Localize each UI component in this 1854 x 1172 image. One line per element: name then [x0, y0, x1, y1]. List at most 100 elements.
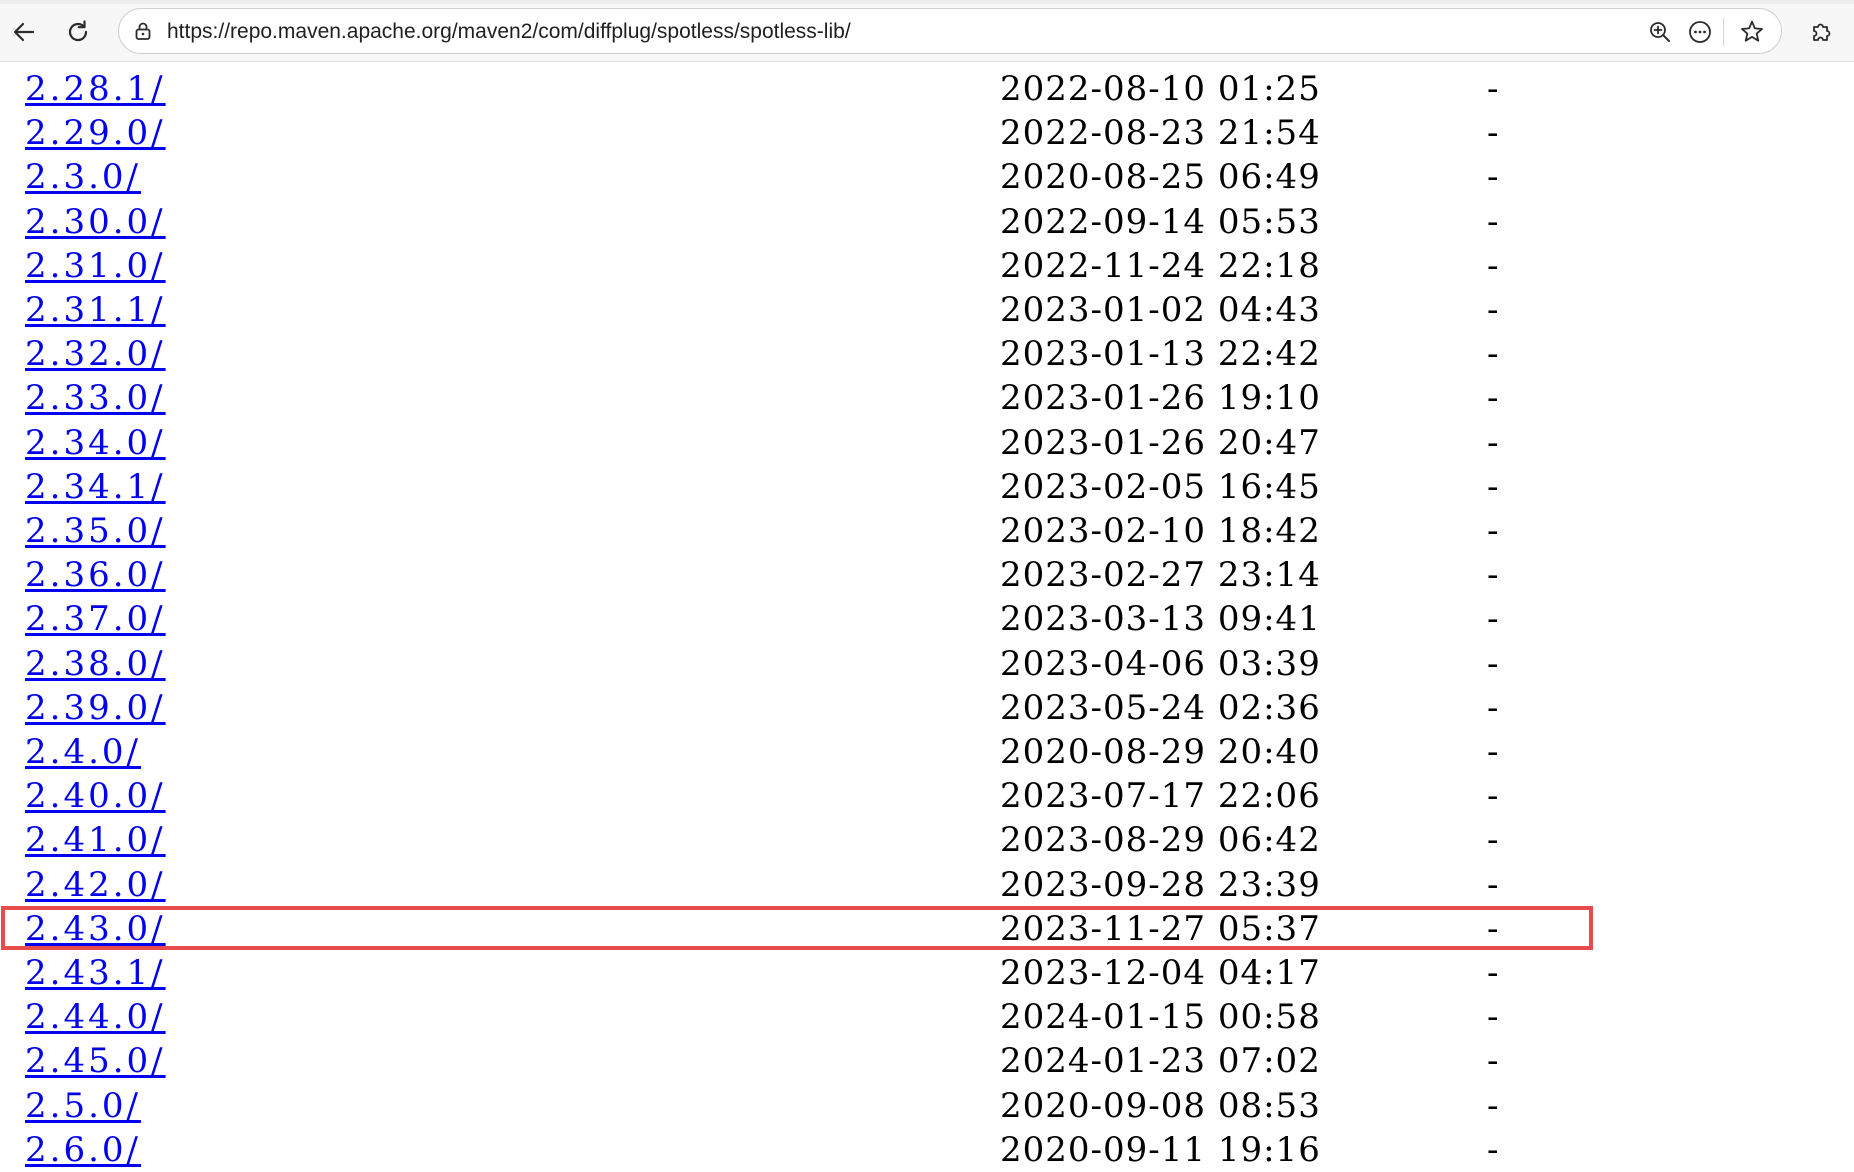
listing-row: 2.39.0/2023-05-24 02:36 -	[0, 686, 1854, 730]
modified-date: 2023-05-24 02:36	[1000, 687, 1321, 728]
directory-link[interactable]: 2.43.0/	[25, 907, 166, 951]
url-text[interactable]: https://repo.maven.apache.org/maven2/com…	[167, 20, 851, 44]
file-size: -	[1487, 908, 1499, 949]
directory-listing: 2.28.1/2022-08-10 01:25-2.29.0/2022-08-2…	[0, 62, 1854, 1172]
listing-row: 2.4.0/2020-08-29 20:40 -	[0, 730, 1854, 774]
file-size: -	[1487, 555, 1499, 596]
modified-date: 2023-04-06 03:39	[1000, 643, 1321, 684]
file-size: -	[1487, 69, 1499, 109]
directory-link[interactable]: 2.30.0/	[25, 200, 166, 244]
modified-date: 2023-08-29 06:42	[1000, 820, 1321, 861]
listing-row: 2.41.0/2023-08-29 06:42 -	[0, 818, 1854, 862]
directory-link[interactable]: 2.35.0/	[25, 509, 166, 553]
directory-link[interactable]: 2.37.0/	[25, 597, 166, 641]
file-size: -	[1487, 732, 1499, 772]
directory-link[interactable]: 2.44.0/	[25, 995, 166, 1039]
directory-link[interactable]: 2.34.0/	[25, 421, 166, 465]
directory-link[interactable]: 2.33.0/	[25, 376, 166, 420]
reload-icon	[65, 19, 91, 45]
more-options-icon[interactable]	[1685, 17, 1715, 47]
file-size: -	[1487, 466, 1499, 507]
address-bar-divider	[1723, 18, 1724, 46]
modified-date: 2020-08-25 06:49	[1000, 157, 1321, 198]
directory-link[interactable]: 2.45.0/	[25, 1039, 166, 1083]
file-size: -	[1487, 334, 1499, 375]
directory-link[interactable]: 2.36.0/	[25, 553, 166, 597]
modified-date: 2023-01-02 04:43	[1000, 290, 1321, 330]
browser-toolbar: https://repo.maven.apache.org/maven2/com…	[0, 0, 1854, 62]
modified-date: 2023-01-13 22:42	[1000, 334, 1321, 375]
modified-date: 2022-11-24 22:18	[1000, 245, 1321, 286]
listing-row: 2.6.0/2020-09-11 19:16 -	[0, 1128, 1854, 1172]
modified-date: 2020-08-29 20:40	[1000, 732, 1321, 772]
directory-link[interactable]: 2.43.1/	[25, 951, 166, 995]
listing-row: 2.43.1/2023-12-04 04:17 -	[0, 951, 1854, 995]
listing-row: 2.28.1/2022-08-10 01:25 -	[0, 67, 1854, 111]
file-size: -	[1487, 776, 1499, 817]
directory-link[interactable]: 2.42.0/	[25, 863, 166, 907]
listing-row: 2.34.0/2023-01-26 20:47 -	[0, 421, 1854, 465]
directory-link[interactable]: 2.38.0/	[25, 642, 166, 686]
listing-row: 2.43.0/2023-11-27 05:37 -	[0, 907, 1854, 951]
address-bar[interactable]: https://repo.maven.apache.org/maven2/com…	[118, 8, 1782, 54]
modified-date: 2024-01-15 00:58	[1000, 997, 1321, 1038]
directory-link[interactable]: 2.41.0/	[25, 818, 166, 862]
directory-link[interactable]: 2.5.0/	[25, 1084, 141, 1128]
listing-row: 2.31.1/2023-01-02 04:43 -	[0, 288, 1854, 332]
tab-strip-edge	[0, 0, 1854, 4]
directory-link[interactable]: 2.3.0/	[25, 155, 141, 199]
file-size: -	[1487, 599, 1499, 640]
modified-date: 2023-02-10 18:42	[1000, 511, 1321, 551]
directory-link[interactable]: 2.31.0/	[25, 244, 166, 288]
file-size: -	[1487, 643, 1499, 684]
directory-link[interactable]: 2.32.0/	[25, 332, 166, 376]
modified-date: 2023-09-28 23:39	[1000, 864, 1321, 905]
file-size: -	[1487, 511, 1499, 551]
directory-link[interactable]: 2.4.0/	[25, 730, 141, 774]
back-arrow-icon	[11, 19, 37, 45]
file-size: -	[1487, 113, 1499, 154]
listing-row: 2.30.0/2022-09-14 05:53 -	[0, 200, 1854, 244]
directory-link[interactable]: 2.6.0/	[25, 1128, 141, 1172]
file-size: -	[1487, 245, 1499, 286]
modified-date: 2024-01-23 07:02	[1000, 1041, 1321, 1082]
modified-date: 2023-12-04 04:17	[1000, 953, 1321, 993]
listing-row: 2.3.0/2020-08-25 06:49 -	[0, 155, 1854, 199]
modified-date: 2023-03-13 09:41	[1000, 599, 1321, 640]
directory-link[interactable]: 2.28.1/	[25, 67, 166, 111]
modified-date: 2023-07-17 22:06	[1000, 776, 1321, 817]
modified-date: 2022-08-23 21:54	[1000, 113, 1321, 154]
file-size: -	[1487, 201, 1499, 242]
directory-link[interactable]: 2.29.0/	[25, 111, 166, 155]
listing-row: 2.35.0/2023-02-10 18:42 -	[0, 509, 1854, 553]
file-size: -	[1487, 378, 1499, 419]
file-size: -	[1487, 1041, 1499, 1082]
file-size: -	[1487, 157, 1499, 198]
modified-date: 2020-09-08 08:53	[1000, 1085, 1321, 1126]
directory-link[interactable]: 2.34.1/	[25, 465, 166, 509]
listing-row: 2.38.0/2023-04-06 03:39 -	[0, 642, 1854, 686]
directory-link[interactable]: 2.39.0/	[25, 686, 166, 730]
modified-date: 2022-09-14 05:53	[1000, 201, 1321, 242]
listing-row: 2.32.0/2023-01-13 22:42 -	[0, 332, 1854, 376]
listing-row: 2.36.0/2023-02-27 23:14 -	[0, 553, 1854, 597]
directory-link[interactable]: 2.31.1/	[25, 288, 166, 332]
file-size: -	[1487, 1129, 1499, 1170]
favorite-star-icon[interactable]	[1737, 17, 1767, 47]
listing-row: 2.45.0/2024-01-23 07:02 -	[0, 1039, 1854, 1083]
extensions-button[interactable]	[1804, 14, 1840, 50]
modified-date: 2023-02-27 23:14	[1000, 555, 1321, 596]
file-size: -	[1487, 820, 1499, 861]
back-button[interactable]	[6, 14, 42, 50]
listing-row: 2.40.0/2023-07-17 22:06 -	[0, 774, 1854, 818]
modified-date: 2023-01-26 19:10	[1000, 378, 1321, 419]
file-size: -	[1487, 422, 1499, 463]
zoom-in-icon[interactable]	[1645, 17, 1675, 47]
listing-row: 2.29.0/2022-08-23 21:54 -	[0, 111, 1854, 155]
modified-date: 2020-09-11 19:16	[1000, 1129, 1321, 1170]
listing-row: 2.34.1/2023-02-05 16:45 -	[0, 465, 1854, 509]
lock-icon[interactable]	[133, 21, 153, 41]
directory-link[interactable]: 2.40.0/	[25, 774, 166, 818]
reload-button[interactable]	[60, 14, 96, 50]
file-size: -	[1487, 687, 1499, 728]
